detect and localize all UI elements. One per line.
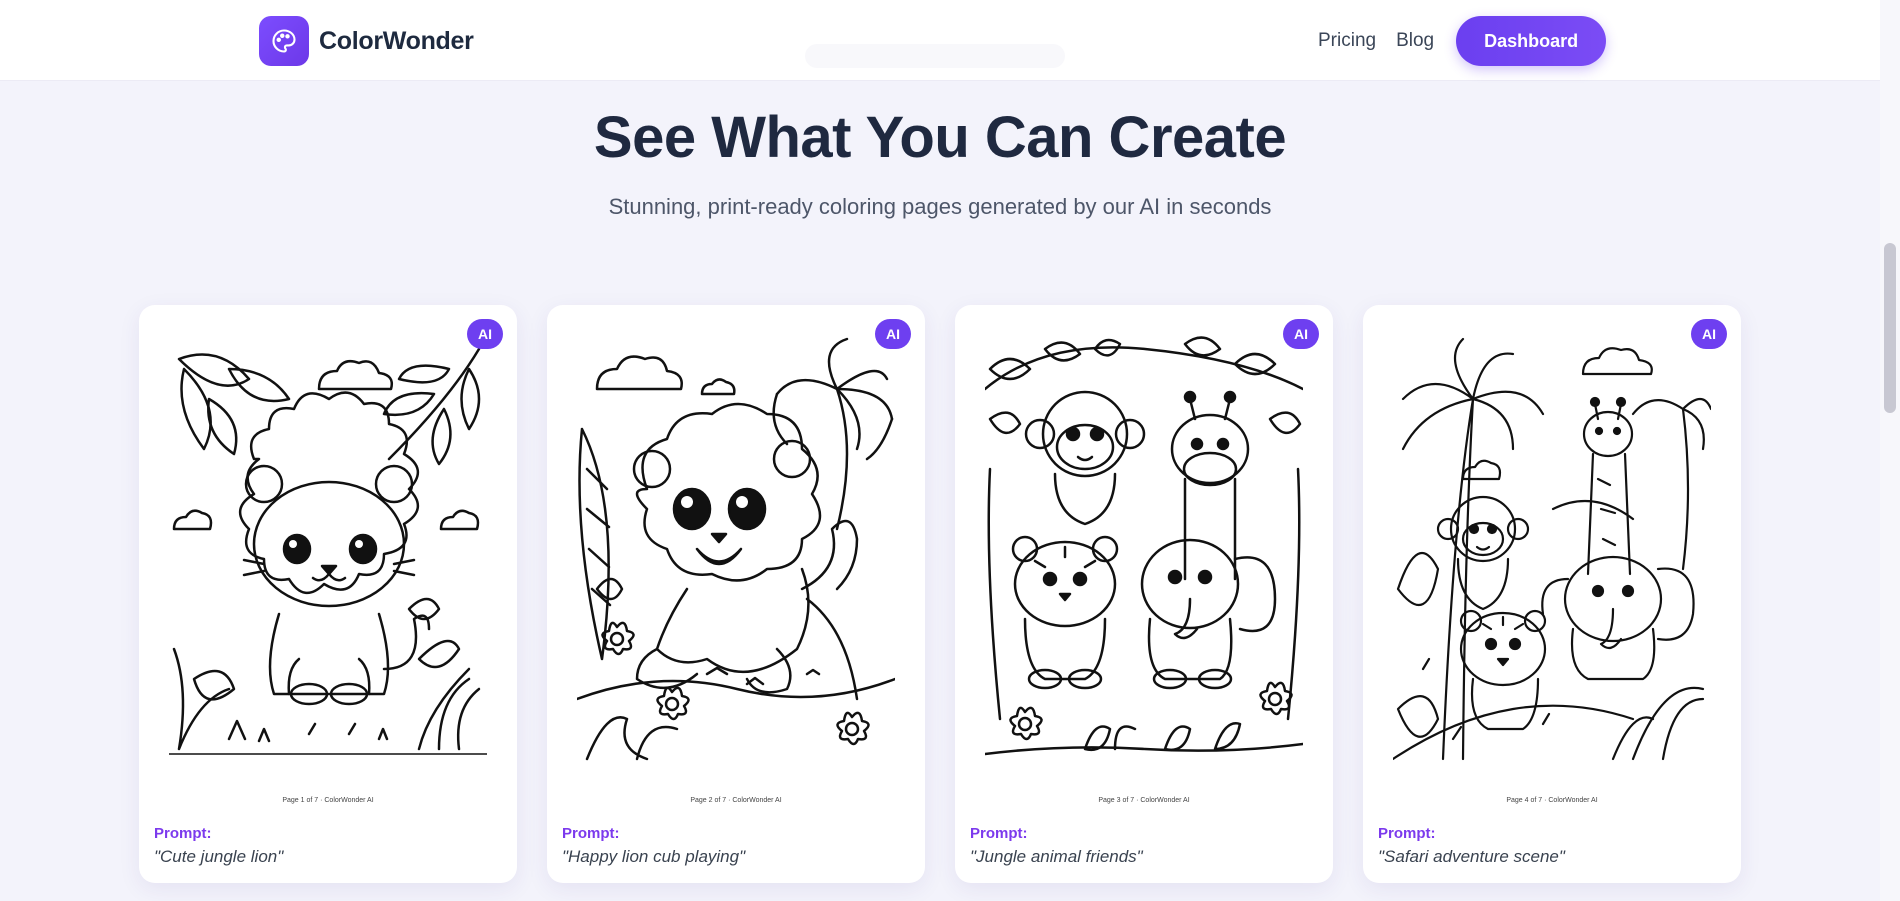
ai-badge: AI <box>1691 319 1727 349</box>
coloring-page-image <box>577 329 895 769</box>
page-caption: Page 2 of 7 · ColorWonder AI <box>690 797 782 804</box>
page-caption: Page 1 of 7 · ColorWonder AI <box>282 797 374 804</box>
page-caption: Page 3 of 7 · ColorWonder AI <box>1098 797 1190 804</box>
prompt-label: Prompt: <box>562 825 620 842</box>
prompt-label: Prompt: <box>154 825 212 842</box>
gallery-card[interactable]: AI Page 4 of 7 · ColorWonder AI Prompt: … <box>1363 305 1741 883</box>
scrollbar-thumb[interactable] <box>1884 243 1896 413</box>
prompt-text: "Cute jungle lion" <box>154 847 284 866</box>
nav-blog-link[interactable]: Blog <box>1396 16 1434 66</box>
dashboard-button[interactable]: Dashboard <box>1456 16 1607 66</box>
prompt-text: "Safari adventure scene" <box>1378 847 1565 866</box>
prompt-label: Prompt: <box>1378 825 1436 842</box>
faded-search-placeholder <box>805 44 1065 68</box>
coloring-page-image <box>985 329 1303 769</box>
gallery-card[interactable]: AI Page 3 of 7 · ColorWonder AI Prompt: … <box>955 305 1333 883</box>
brand-logo-link[interactable]: ColorWonder <box>259 16 474 66</box>
page-subtitle: Stunning, print-ready coloring pages gen… <box>608 194 1272 219</box>
ai-badge: AI <box>1283 319 1319 349</box>
prompt-text: "Jungle animal friends" <box>970 847 1143 866</box>
prompt-text: "Happy lion cub playing" <box>562 847 746 866</box>
palette-icon <box>259 16 309 66</box>
gallery-card[interactable]: AI Page 2 of 7 · ColorWonder AI Prompt: … <box>547 305 925 883</box>
main-nav: Pricing Blog Dashboard <box>1318 16 1607 66</box>
page-caption: Page 4 of 7 · ColorWonder AI <box>1506 797 1598 804</box>
coloring-page-image <box>1393 329 1711 769</box>
ai-badge: AI <box>467 319 503 349</box>
page-title: See What You Can Create <box>593 105 1287 170</box>
brand-name: ColorWonder <box>319 26 474 55</box>
ai-badge: AI <box>875 319 911 349</box>
nav-pricing-link[interactable]: Pricing <box>1318 16 1376 66</box>
gallery-card[interactable]: AI Page 1 of 7 · ColorWonder AI Prompt: … <box>139 305 517 883</box>
gallery-grid: AI Page 1 of 7 · ColorWonder AI Prompt: … <box>139 305 1741 885</box>
prompt-label: Prompt: <box>970 825 1028 842</box>
page-scrollbar[interactable] <box>1880 0 1900 901</box>
top-navigation-bar: ColorWonder Pricing Blog Dashboard <box>0 0 1880 81</box>
coloring-page-image <box>169 329 487 769</box>
